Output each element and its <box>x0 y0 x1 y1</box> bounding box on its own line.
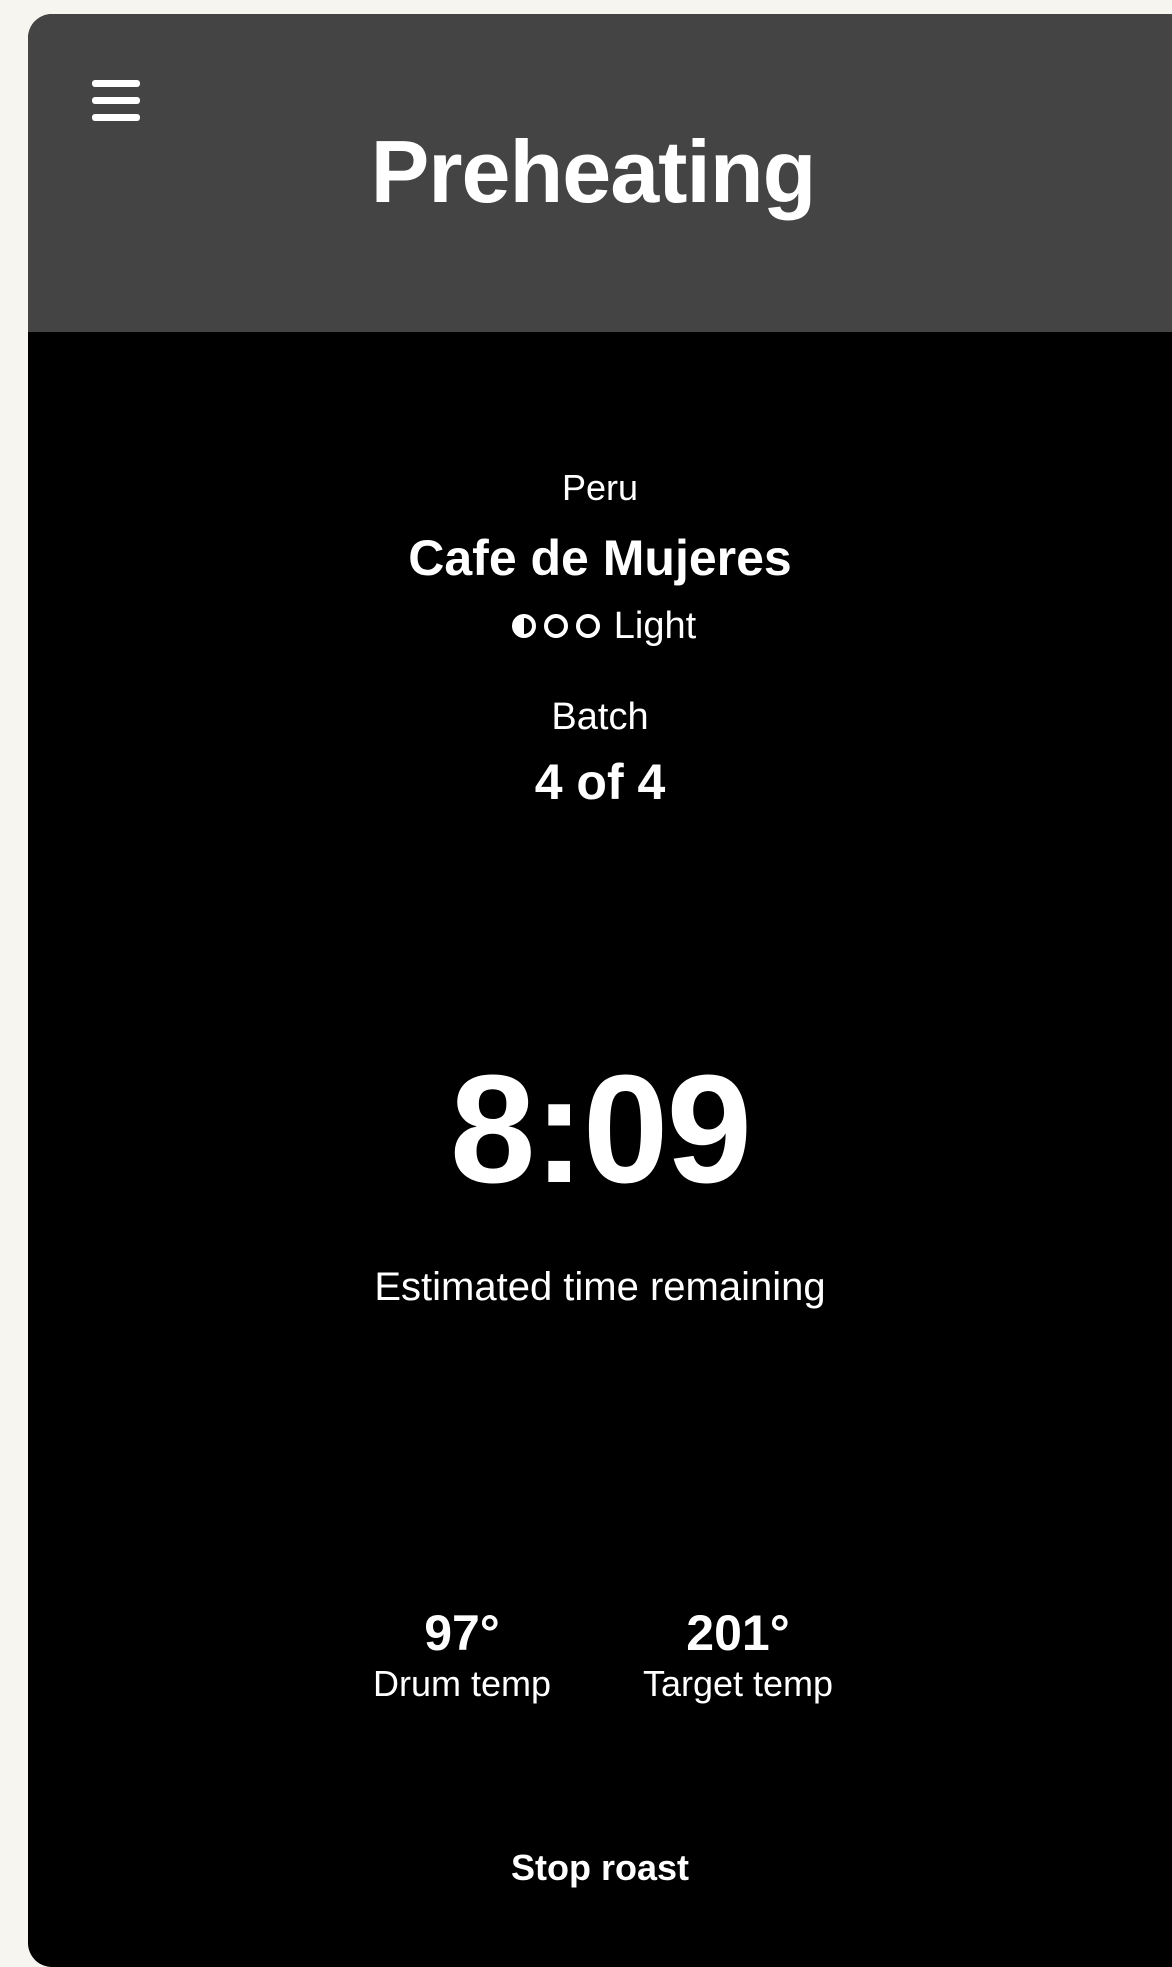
target-temp-label: Target temp <box>642 1663 834 1704</box>
time-remaining-value: 8:09 <box>449 1043 752 1215</box>
roast-level-label: Light <box>613 605 697 647</box>
header-bar: Preheating <box>28 14 1172 332</box>
batch-label: Batch <box>551 696 649 738</box>
hamburger-menu-icon[interactable] <box>92 80 140 122</box>
coffee-name: Cafe de Mujeres <box>408 530 792 586</box>
target-temp: 201° Target temp <box>628 1604 848 1706</box>
stop-roast-button[interactable]: Stop roast <box>28 1846 1172 1890</box>
drum-temp-label: Drum temp <box>372 1663 552 1704</box>
roast-level-dots-icon <box>511 614 600 638</box>
coffee-origin: Peru <box>561 467 639 508</box>
page-title: Preheating <box>370 122 817 221</box>
app-screen: Preheating Peru Cafe de Mujeres Light Ba… <box>28 14 1172 1967</box>
time-remaining-caption: Estimated time remaining <box>374 1265 826 1309</box>
drum-temp: 97° Drum temp <box>352 1604 572 1706</box>
target-temp-value: 201° <box>686 1605 790 1661</box>
temperature-readouts: 97° Drum temp 201° Target temp <box>28 1604 1172 1706</box>
batch-value: 4 of 4 <box>534 754 666 810</box>
drum-temp-value: 97° <box>424 1605 500 1661</box>
roast-level: Light <box>28 604 1172 648</box>
